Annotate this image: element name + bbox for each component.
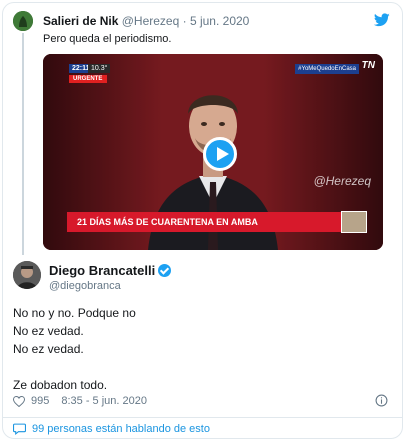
video-hashtag: #YoMeQuedoEnCasa <box>295 64 359 74</box>
tweet-line: No ez vedad. <box>13 324 84 338</box>
conversation-link[interactable]: 99 personas están hablando de esto <box>13 423 210 435</box>
video-urgent-label: URGENTE <box>69 75 107 83</box>
tweet-footer: 995 8:35 - 5 jun. 2020 <box>13 395 147 407</box>
info-icon[interactable] <box>375 394 388 407</box>
video-banner-thumbnail <box>341 211 367 233</box>
main-avatar[interactable] <box>13 261 41 289</box>
parent-handle[interactable]: @Herezeq <box>122 14 180 28</box>
main-display-name-text[interactable]: Diego Brancatelli <box>49 263 155 278</box>
parent-tweet[interactable]: Salieri de Nik @Herezeq · 5 jun. 2020 Pe… <box>3 3 402 256</box>
main-display-name[interactable]: Diego Brancatelli <box>49 263 172 278</box>
main-handle[interactable]: @diegobranca <box>49 280 121 292</box>
main-tweet-text: No no y no. Podque no No ez vedad. No ez… <box>13 304 136 394</box>
parent-tweet-text: Pero queda el periodismo. <box>43 33 172 45</box>
thread-line <box>22 33 24 255</box>
conversation-label[interactable]: 99 personas están hablando de esto <box>32 423 210 435</box>
parent-header: Salieri de Nik @Herezeq · 5 jun. 2020 <box>43 14 249 28</box>
channel-logo: TN <box>361 60 375 71</box>
video-watermark: @Herezeq <box>313 174 371 188</box>
play-icon[interactable] <box>203 137 237 171</box>
video-temp-badge: 10.3° <box>88 64 111 73</box>
parent-display-name[interactable]: Salieri de Nik <box>43 14 118 28</box>
comment-bubble-icon <box>13 423 26 435</box>
tweet-line: No no y no. Podque no <box>13 306 136 320</box>
twitter-bird-icon[interactable] <box>374 13 390 27</box>
parent-date[interactable]: 5 jun. 2020 <box>190 14 249 28</box>
parent-separator: · <box>182 14 187 28</box>
verified-badge-icon <box>158 264 172 277</box>
tweet-embed-card: Salieri de Nik @Herezeq · 5 jun. 2020 Pe… <box>2 2 403 439</box>
parent-avatar[interactable] <box>13 11 33 31</box>
tweet-line: Ze dobadon todo. <box>13 378 108 392</box>
like-count[interactable]: 995 <box>31 395 49 407</box>
tweet-line: No ez vedad. <box>13 342 84 356</box>
tweet-timestamp[interactable]: 8:35 - 5 jun. 2020 <box>61 395 147 407</box>
footer-divider <box>3 417 402 418</box>
video-banner: 21 DÍAS MÁS DE CUARENTENA EN AMBA <box>67 212 357 232</box>
heart-icon[interactable] <box>13 395 25 407</box>
video-player[interactable]: 22:11 10.3° URGENTE #YoMeQuedoEnCasa TN … <box>43 54 383 250</box>
